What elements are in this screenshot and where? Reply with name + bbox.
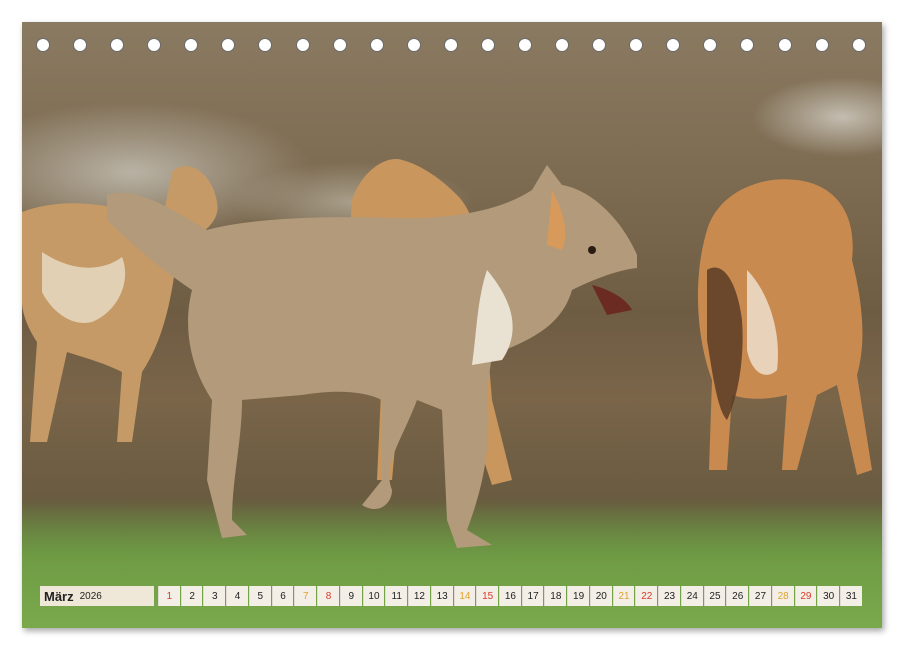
- day-cell: 6: [271, 586, 294, 606]
- binding-hole: [777, 38, 792, 52]
- binding-hole: [740, 38, 755, 52]
- day-cell: 4: [226, 586, 248, 606]
- day-cell: 26: [726, 586, 749, 606]
- day-cell: 15: [476, 586, 499, 606]
- binding-hole: [73, 38, 88, 52]
- binding-hole: [221, 38, 236, 52]
- month-name: März: [44, 588, 74, 604]
- binding-hole: [110, 38, 125, 52]
- day-cell: 2: [180, 586, 203, 606]
- binding-hole: [406, 38, 421, 52]
- day-cell: 27: [749, 586, 771, 606]
- binding-hole: [332, 38, 347, 52]
- day-cell: 9: [339, 586, 362, 606]
- day-cell: 10: [362, 586, 385, 606]
- calendar-strip: März 2026 1 2 3 4 5 6 7 8 9 10 11 12 13 14 15 16 17 18 19 2…: [40, 586, 862, 606]
- day-cell: 29: [794, 586, 817, 606]
- binding-hole: [369, 38, 384, 52]
- day-cell: 11: [385, 586, 408, 606]
- day-cell: 16: [499, 586, 521, 606]
- day-cell: 24: [680, 586, 703, 606]
- day-cell: 31: [840, 586, 862, 606]
- binding-hole: [295, 38, 310, 52]
- binding-hole: [480, 38, 495, 52]
- binding-hole: [518, 38, 533, 52]
- day-cell: 19: [567, 586, 589, 606]
- day-cell: 17: [521, 586, 544, 606]
- binding-hole: [629, 38, 644, 52]
- day-cell: 7: [294, 586, 317, 606]
- wolf-main: [107, 165, 637, 548]
- binding-hole: [36, 38, 50, 52]
- binding-hole: [703, 38, 718, 52]
- binding-hole: [258, 38, 273, 52]
- binding-hole: [666, 38, 681, 52]
- binding-hole: [814, 38, 829, 52]
- wolves-photo: [22, 22, 882, 628]
- wolf-right: [697, 179, 872, 475]
- spiral-binding-holes: [36, 38, 866, 56]
- day-cell: 23: [658, 586, 680, 606]
- binding-hole: [851, 38, 866, 52]
- day-cell: 21: [612, 586, 635, 606]
- day-cell: 5: [248, 586, 271, 606]
- day-cell: 30: [817, 586, 840, 606]
- month-year: 2026: [79, 590, 102, 602]
- day-cell: 8: [317, 586, 339, 606]
- binding-hole: [184, 38, 199, 52]
- day-cell: 14: [453, 586, 476, 606]
- binding-hole: [555, 38, 570, 52]
- day-cell: 25: [703, 586, 726, 606]
- day-cell: 18: [544, 586, 567, 606]
- day-cell: 22: [635, 586, 658, 606]
- day-cell: 1: [158, 586, 180, 606]
- month-label: März 2026: [40, 586, 154, 606]
- day-cells: 1 2 3 4 5 6 7 8 9 10 11 12 13 14 15 16 17 18 19 20 21 22 23 24 2…: [158, 586, 862, 606]
- day-cell: 3: [203, 586, 226, 606]
- day-cell: 13: [430, 586, 453, 606]
- day-cell: 28: [771, 586, 794, 606]
- day-cell: 12: [408, 586, 430, 606]
- binding-hole: [443, 38, 458, 52]
- day-cell: 20: [589, 586, 612, 606]
- binding-hole: [147, 38, 162, 52]
- binding-hole: [592, 38, 607, 52]
